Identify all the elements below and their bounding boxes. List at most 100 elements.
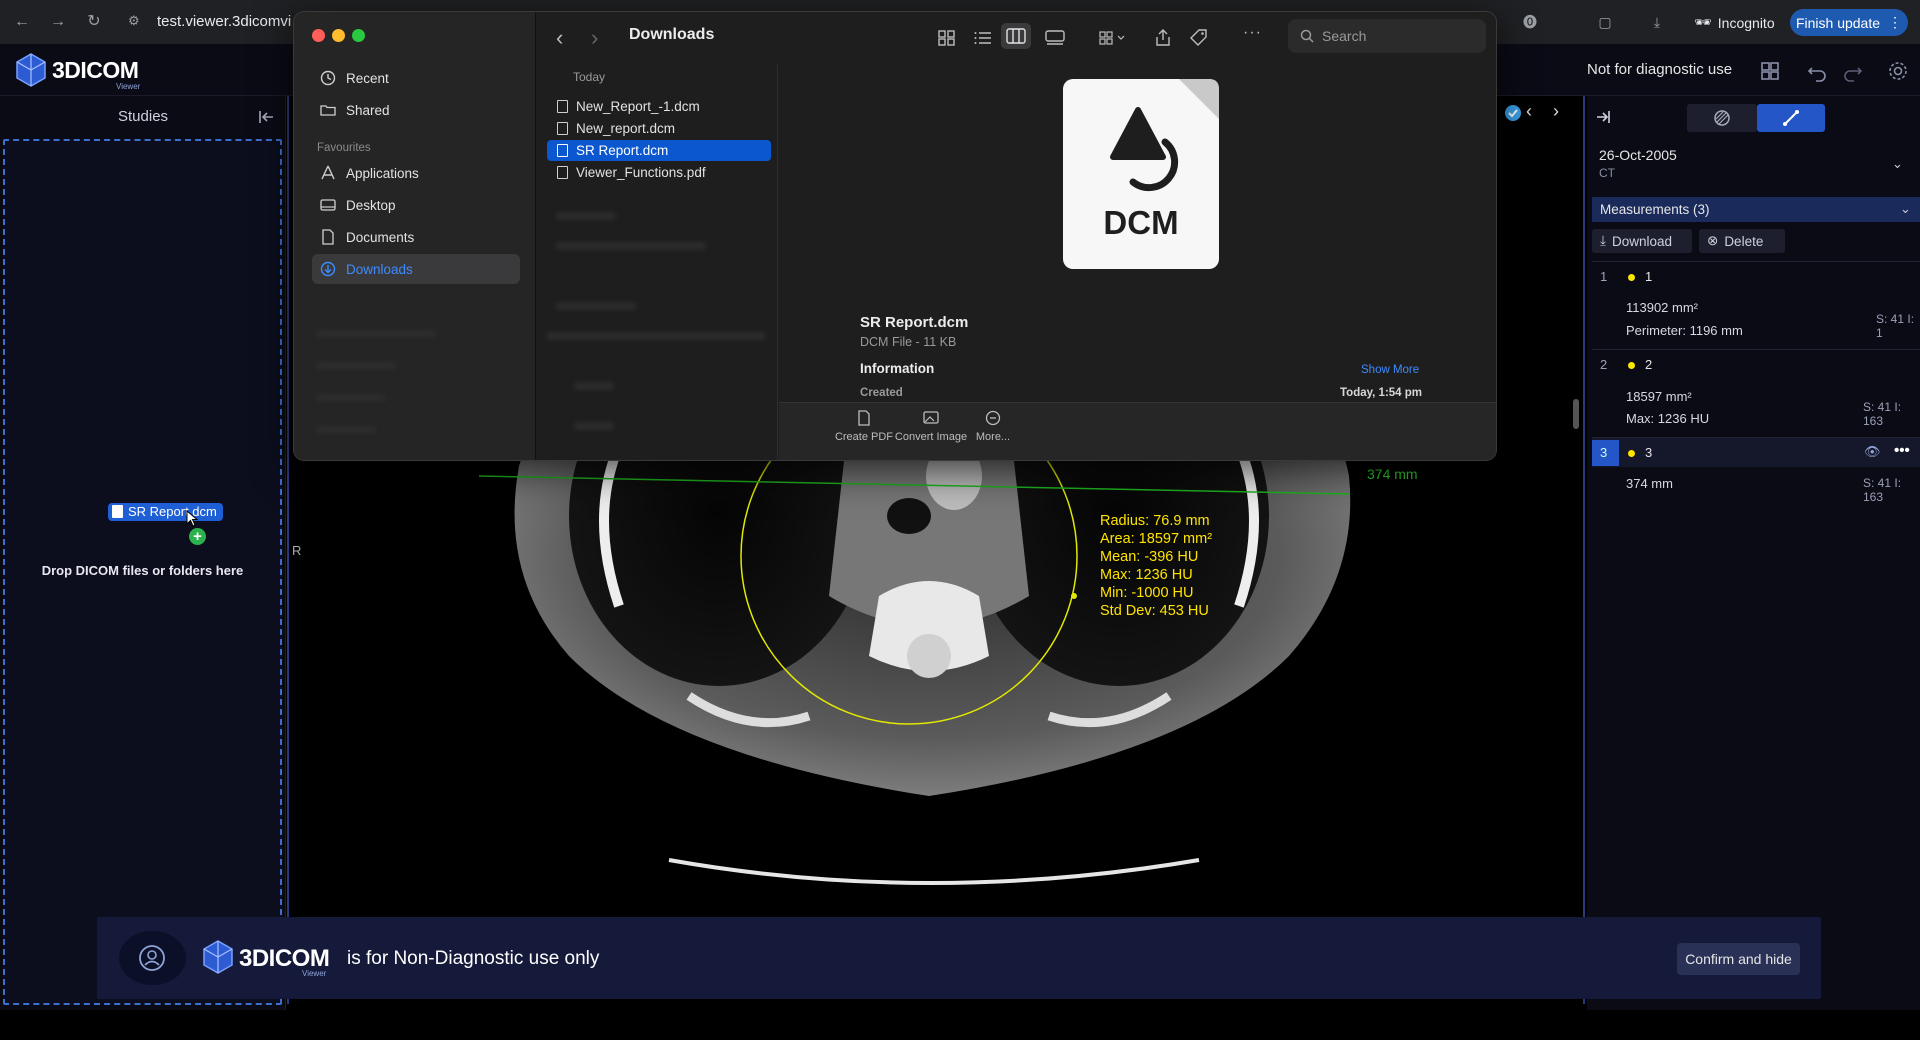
file-icon	[557, 122, 568, 135]
zoom-window-icon[interactable]	[352, 29, 365, 42]
sidebar-item-desktop[interactable]: Desktop	[312, 190, 520, 220]
redo-icon[interactable]	[1842, 60, 1864, 82]
clock-icon	[320, 70, 336, 86]
chevron-down-icon[interactable]: ⌄	[1892, 156, 1903, 172]
measure-tab[interactable]	[1757, 104, 1825, 132]
measurement-name: 2	[1645, 357, 1653, 372]
dragged-file-chip: SR Report.dcm	[108, 503, 223, 521]
segmentation-tab[interactable]	[1687, 104, 1757, 132]
banner-brand-sub: Viewer	[302, 969, 327, 978]
layout-grid-icon[interactable]	[1759, 60, 1781, 82]
collapse-chevron-icon[interactable]: ⌄	[1900, 201, 1911, 217]
delete-button[interactable]: ⊗ Delete	[1699, 229, 1785, 253]
blurred-content	[316, 362, 396, 370]
menu-dots-icon: ⋮	[1888, 14, 1903, 30]
delete-x-icon: ⊗	[1707, 233, 1719, 248]
file-row[interactable]: New_Report_-1.dcm	[547, 96, 771, 117]
measurement-slice: S: 41 I: 163	[1863, 400, 1902, 428]
action-label: Create PDF	[834, 431, 894, 443]
user-search-icon	[119, 931, 186, 985]
measurement-row-3[interactable]: 3 3 👁 •••	[1592, 437, 1920, 467]
back-chevron-icon[interactable]: ‹	[556, 25, 563, 51]
measurement-name: 1	[1645, 269, 1653, 284]
measurement-row-2[interactable]: 2 2	[1592, 349, 1920, 379]
list-view-icon[interactable]	[972, 28, 994, 48]
show-more-link[interactable]: Show More	[1361, 364, 1419, 376]
sidebar-item-shared[interactable]: Shared	[312, 95, 520, 125]
extensions-icon[interactable]: ▢	[1596, 13, 1614, 31]
sidebar-label: Downloads	[346, 261, 413, 277]
close-window-icon[interactable]	[312, 29, 325, 42]
more-options-icon[interactable]: ···	[1243, 24, 1262, 42]
color-dot-icon	[1628, 274, 1635, 281]
download-icon[interactable]: ⤓	[1648, 13, 1666, 31]
banner-message: is for Non-Diagnostic use only	[347, 948, 600, 969]
finder-title: Downloads	[629, 26, 715, 43]
file-row[interactable]: Viewer_Functions.pdf	[547, 162, 771, 183]
measurement-value: 374 mm	[1626, 476, 1673, 491]
roi-radius: Radius: 76.9 mm	[1100, 513, 1210, 529]
blurred-content	[546, 332, 766, 340]
sidebar-item-downloads[interactable]: Downloads	[312, 254, 520, 284]
finder-window: Recent Shared Favourites Applications De…	[293, 11, 1497, 461]
password-icon[interactable]: ⓿	[1521, 13, 1539, 31]
column-view-icon	[1006, 28, 1026, 44]
blurred-content	[316, 330, 436, 338]
confirm-and-hide-button[interactable]: Confirm and hide	[1677, 943, 1800, 975]
tag-icon[interactable]	[1188, 28, 1210, 48]
blurred-content	[556, 212, 616, 220]
roi-area: Area: 18597 mm²	[1100, 531, 1213, 547]
page-fold-icon	[1179, 79, 1219, 119]
blurred-content	[556, 242, 706, 250]
file-row-selected[interactable]: SR Report.dcm	[547, 140, 771, 161]
forward-chevron-icon[interactable]: ›	[591, 25, 598, 51]
gallery-view-icon[interactable]	[1044, 28, 1066, 48]
delete-label: Delete	[1724, 233, 1764, 249]
sidebar-item-documents[interactable]: Documents	[312, 222, 520, 252]
measurement-name: 3	[1645, 445, 1653, 460]
measurement-value: Perimeter: 1196 mm	[1626, 323, 1743, 338]
file-row[interactable]: New_report.dcm	[547, 118, 771, 139]
dragged-file-name: SR Report.dcm	[128, 504, 217, 519]
forward-arrow-icon[interactable]: →	[48, 12, 68, 32]
group-by-icon[interactable]	[1098, 28, 1130, 48]
sidebar-label: Applications	[346, 165, 419, 181]
sidebar-item-applications[interactable]: Applications	[312, 158, 520, 188]
app-logo: 3DICOM Viewer	[14, 52, 140, 91]
measurement-slice: S: 41 I: 1	[1876, 312, 1915, 340]
pdf-file-icon	[557, 166, 568, 179]
eye-icon[interactable]: 👁	[1864, 444, 1881, 460]
collapse-panel-icon[interactable]	[258, 108, 276, 126]
incognito-indicator[interactable]: 🕶 Incognito	[1686, 10, 1783, 35]
reload-icon[interactable]: ↻	[84, 12, 104, 32]
minimize-window-icon[interactable]	[332, 29, 345, 42]
pdf-icon	[858, 410, 870, 426]
settings-gear-icon[interactable]	[1887, 60, 1909, 82]
more-actions[interactable]: More...	[953, 410, 1033, 443]
dcm-triangle-logo-icon	[1110, 107, 1179, 192]
chevron-left-icon[interactable]: ‹	[1526, 101, 1532, 122]
color-dot-icon	[1628, 362, 1635, 369]
chevron-right-icon[interactable]: ›	[1553, 101, 1559, 122]
expand-panel-icon[interactable]	[1594, 108, 1612, 126]
share-icon[interactable]	[1152, 28, 1174, 48]
roi-max: Max: 1236 HU	[1100, 567, 1193, 583]
scroll-handle[interactable]	[1573, 399, 1579, 429]
address-bar[interactable]: test.viewer.3dicomvi	[157, 13, 291, 30]
download-button[interactable]: ⤓ Download	[1592, 229, 1692, 253]
icon-view-icon[interactable]	[936, 28, 958, 48]
more-dots-icon[interactable]: •••	[1894, 442, 1910, 459]
measurement-row-1[interactable]: 1 1	[1592, 261, 1920, 291]
column-view-selected[interactable]	[1001, 23, 1031, 49]
finish-update-label: Finish update	[1795, 14, 1881, 31]
finder-search-field[interactable]: Search	[1288, 19, 1486, 53]
undo-icon[interactable]	[1806, 60, 1828, 82]
sidebar-item-recent[interactable]: Recent	[312, 63, 520, 93]
check-circle-icon[interactable]	[1504, 104, 1522, 122]
document-icon	[322, 229, 334, 245]
back-arrow-icon[interactable]: ←	[12, 12, 32, 32]
download-label: Download	[1611, 233, 1673, 249]
site-settings-icon[interactable]: ⚙	[128, 13, 146, 31]
finish-update-button[interactable]: Finish update ⋮	[1790, 9, 1908, 36]
incognito-label: Incognito	[1717, 14, 1775, 31]
